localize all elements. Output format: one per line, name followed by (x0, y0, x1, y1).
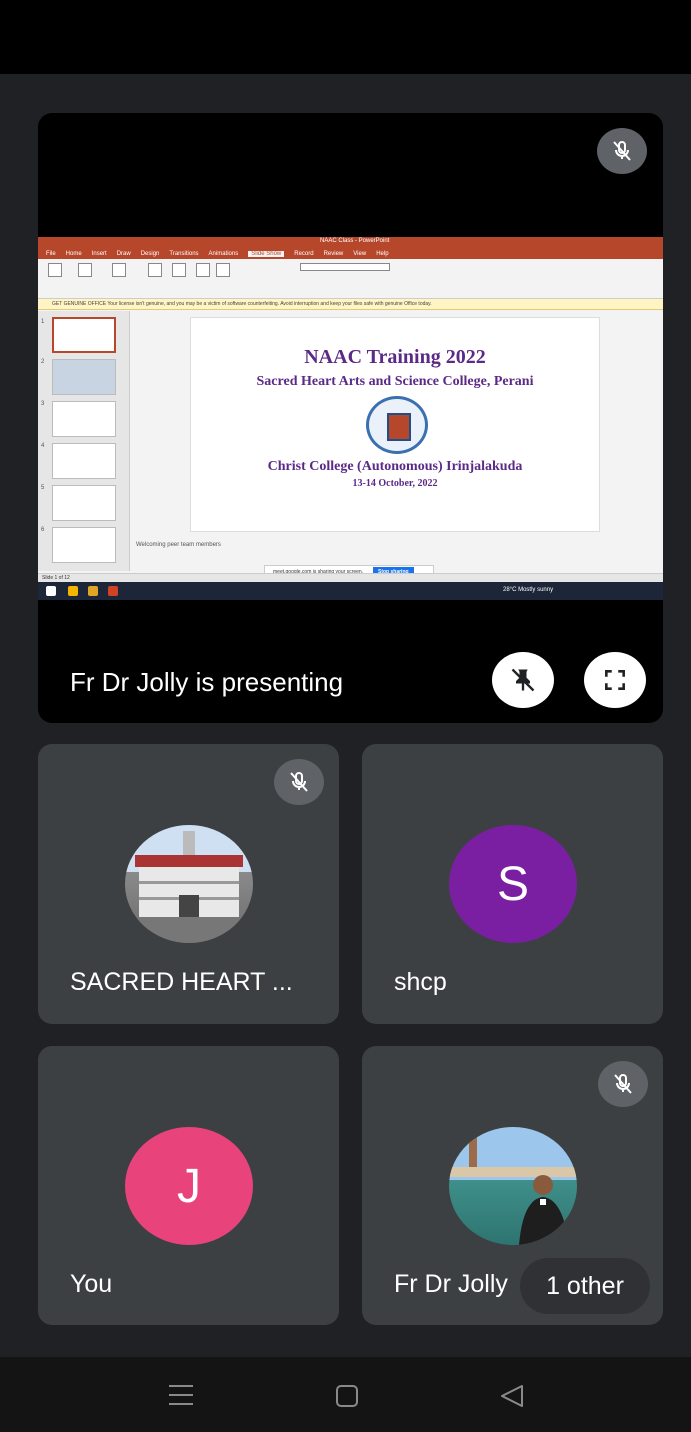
ppt-window-title: NAAC Class - PowerPoint (320, 238, 390, 244)
thumb-number: 5 (41, 485, 45, 491)
participant-name: SACRED HEART ... (70, 968, 293, 996)
college-seal-logo (366, 396, 428, 454)
ppt-tab: Review (323, 250, 344, 257)
slide-dates: 13-14 October, 2022 (352, 478, 438, 489)
windows-start-icon (46, 586, 56, 596)
presentation-tile[interactable]: NAAC Class - PowerPoint File Home Insert… (38, 113, 663, 723)
ppt-tab-active: Slide Show (248, 250, 285, 257)
ppt-tab: Animations (208, 250, 239, 257)
slide-thumbnail (52, 443, 116, 479)
ppt-tab: Help (376, 250, 389, 257)
thumb-number: 2 (41, 359, 45, 365)
ribbon-icon (48, 263, 62, 277)
ribbon-icon (112, 263, 126, 277)
mic-off-icon (274, 759, 324, 805)
mic-off-icon (598, 1061, 648, 1107)
slide-thumbnail (52, 317, 116, 353)
weather-text: 28°C Mostly sunny (503, 587, 554, 593)
ppt-tab: Design (140, 250, 160, 257)
participant-avatar-photo (125, 825, 253, 943)
slide-title: NAAC Training 2022 (304, 346, 486, 368)
ppt-tab: Draw (116, 250, 131, 257)
android-nav-bar (0, 1357, 691, 1432)
slide-notes: Welcoming peer team members (136, 542, 221, 548)
home-icon[interactable] (335, 1385, 359, 1412)
participant-tile[interactable]: J You (38, 1046, 339, 1325)
ppt-ribbon (38, 259, 663, 299)
slide-host: Christ College (Autonomous) Irinjalakuda (267, 459, 523, 474)
thumb-number: 4 (41, 443, 45, 449)
ppt-statusbar: Slide 1 of 12 (38, 573, 663, 582)
ppt-license-warning: GET GENUINE OFFICE Your license isn't ge… (38, 299, 663, 310)
ribbon-monitor (300, 263, 390, 271)
participant-tile[interactable]: S shcp (362, 744, 663, 1024)
participant-tile[interactable]: SACRED HEART ... (38, 744, 339, 1024)
thumb-number: 3 (41, 401, 45, 407)
fullscreen-icon[interactable] (584, 652, 646, 708)
ppt-tab: View (353, 250, 367, 257)
slide-thumbnail (52, 485, 116, 521)
ppt-tab: Transitions (169, 250, 199, 257)
recents-icon[interactable] (168, 1384, 194, 1411)
ribbon-icon (216, 263, 230, 277)
thumb-number: 1 (41, 319, 45, 325)
slide-thumbnail (52, 527, 116, 563)
chrome-icon (68, 586, 78, 596)
ribbon-icon (172, 263, 186, 277)
thumb-number: 6 (41, 527, 45, 533)
ribbon-icon (196, 263, 210, 277)
ppt-titlebar: NAAC Class - PowerPoint (38, 237, 663, 248)
ppt-ribbon-tabs: File Home Insert Draw Design Transitions… (38, 248, 663, 259)
slide-subtitle: Sacred Heart Arts and Science College, P… (256, 374, 534, 389)
participant-name: You (70, 1270, 113, 1298)
status-bar (0, 0, 691, 74)
ppt-thumbnail-pane: 1 2 3 4 5 6 (38, 311, 130, 571)
folder-icon (88, 586, 98, 596)
ppt-tab: Record (294, 250, 314, 257)
participant-name: shcp (394, 968, 447, 996)
ribbon-icon (148, 263, 162, 277)
current-slide: NAAC Training 2022 Sacred Heart Arts and… (190, 317, 600, 532)
ppt-tab: Insert (91, 250, 107, 257)
slide-thumbnail (52, 359, 116, 395)
presenting-label: Fr Dr Jolly is presenting (70, 667, 344, 697)
mic-off-icon (597, 128, 647, 174)
ppt-tab: File (46, 250, 56, 257)
participant-avatar-photo (449, 1127, 577, 1245)
unpin-icon[interactable] (492, 652, 554, 708)
ppt-tab: Home (65, 250, 82, 257)
powerpoint-icon (108, 586, 118, 596)
back-icon[interactable] (500, 1385, 524, 1412)
ribbon-icon (78, 263, 92, 277)
others-count-button[interactable]: 1 other (520, 1258, 650, 1314)
participant-avatar-initial: J (125, 1127, 253, 1245)
shared-screen: NAAC Class - PowerPoint File Home Insert… (38, 237, 663, 600)
participant-avatar-initial: S (449, 825, 577, 943)
slide-thumbnail (52, 401, 116, 437)
participant-name: Fr Dr Jolly (394, 1270, 508, 1298)
windows-taskbar: 28°C Mostly sunny (38, 582, 663, 600)
